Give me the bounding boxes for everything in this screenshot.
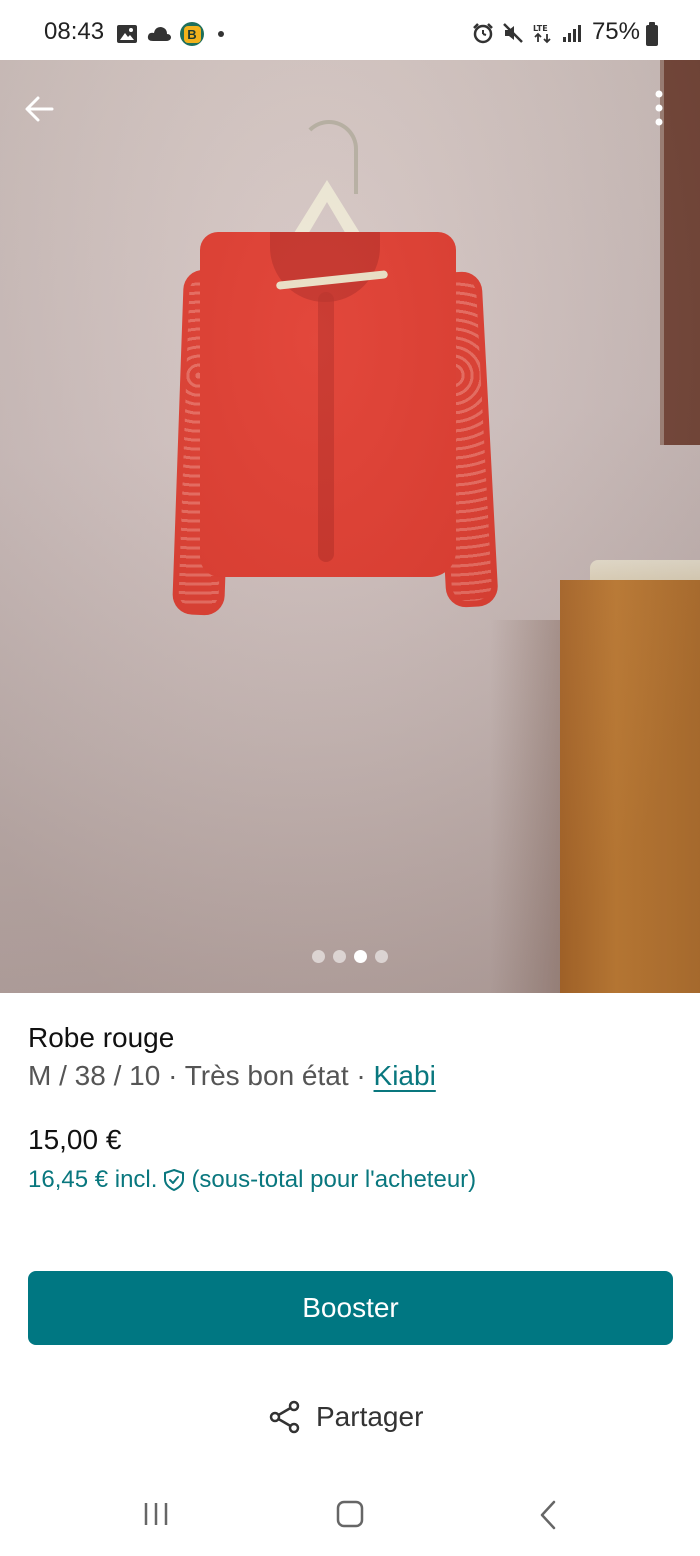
status-right-icons: LTE: [472, 22, 582, 44]
status-time: 08:43: [44, 18, 105, 45]
buyer-note: (sous-total pour l'acheteur): [191, 1166, 477, 1193]
image-icon: [117, 25, 137, 43]
item-price: 15,00 €: [28, 1124, 122, 1155]
buyer-incl: incl.: [114, 1166, 158, 1193]
status-bar: 08:43 B LTE 75%: [0, 0, 700, 60]
share-label: Partager: [316, 1401, 424, 1432]
cloud-icon: [147, 27, 171, 41]
share-button[interactable]: Partager: [268, 1400, 423, 1434]
lte-icon: LTE: [533, 24, 551, 44]
battery-icon: [646, 22, 658, 46]
page-dot: [375, 950, 388, 963]
brand-link[interactable]: Kiabi: [374, 1060, 436, 1091]
share-icon: [269, 1400, 300, 1434]
signal-icon: [563, 25, 581, 42]
home-icon[interactable]: [336, 1500, 364, 1528]
shield-check-icon: [164, 1168, 185, 1192]
dot-icon: [218, 31, 224, 37]
buyer-price-info[interactable]: 16,45 € incl. (sous-total pour l'acheteu…: [28, 1166, 476, 1194]
page-dot: [312, 950, 325, 963]
item-meta: M / 38 / 10 · Très bon état · Kiabi: [28, 1060, 436, 1091]
booster-button[interactable]: Booster: [28, 1271, 673, 1345]
recent-apps-icon[interactable]: [142, 1500, 170, 1528]
back-arrow-icon[interactable]: [22, 92, 56, 126]
b-app-icon: B: [180, 22, 204, 46]
item-title: Robe rouge: [28, 1022, 175, 1053]
buyer-total: 16,45 €: [28, 1166, 109, 1193]
status-left-icons: B: [116, 22, 224, 46]
nav-back-icon[interactable]: [538, 1500, 558, 1530]
item-size: M / 38 / 10: [28, 1060, 161, 1091]
svg-text:LTE: LTE: [533, 24, 548, 33]
photo-page-indicator: [0, 950, 700, 963]
item-condition: Très bon état: [184, 1060, 349, 1091]
alarm-icon: [473, 23, 493, 44]
more-options-icon[interactable]: [646, 88, 672, 128]
page-dot: [333, 950, 346, 963]
mute-icon: [503, 23, 523, 43]
battery-text: 75%: [591, 18, 640, 45]
product-photo[interactable]: [0, 60, 700, 993]
page-dot: [354, 950, 367, 963]
